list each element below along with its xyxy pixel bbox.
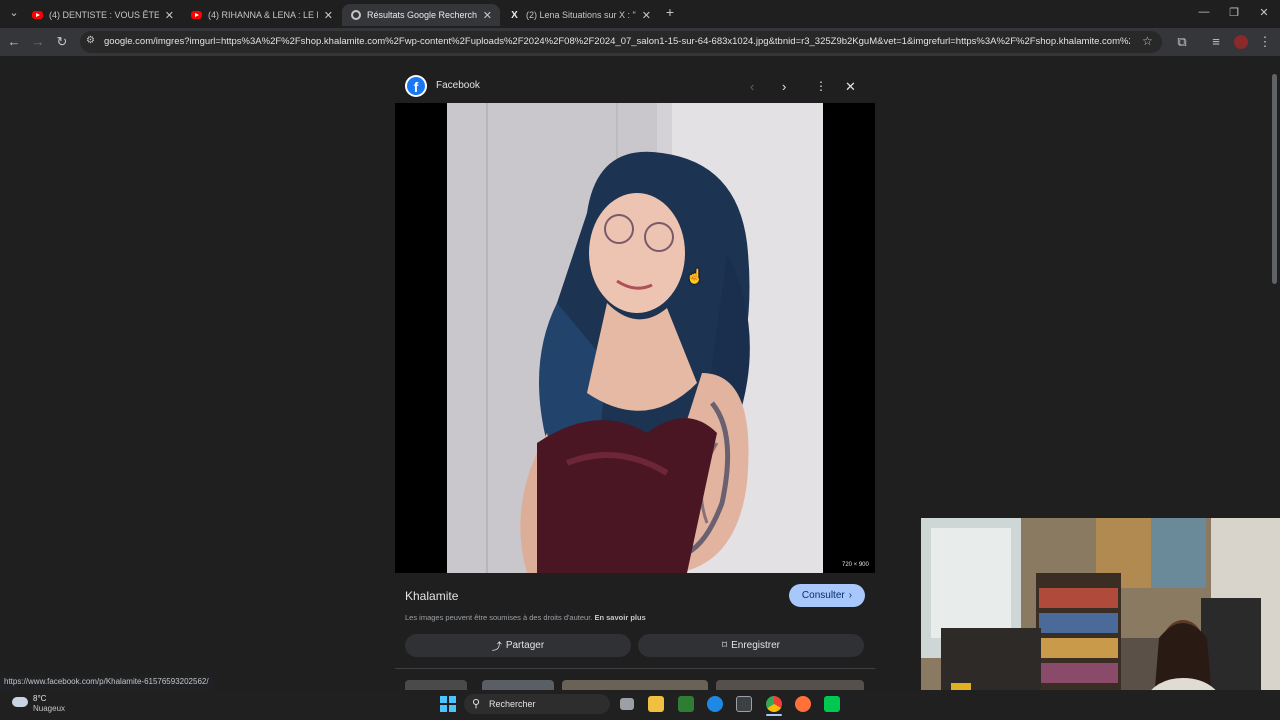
windows-start-icon[interactable]	[440, 696, 456, 712]
scrollbar-thumb[interactable]	[1272, 74, 1277, 284]
cloud-icon	[12, 697, 28, 707]
next-icon[interactable]: ›	[782, 79, 786, 94]
close-tab-icon[interactable]: ✕	[642, 9, 651, 22]
tab-search-icon[interactable]: ⌄	[4, 6, 24, 19]
share-icon: ⤴	[491, 642, 502, 653]
visit-label: Consulter	[801, 590, 845, 601]
extensions-icon[interactable]: ⧉	[1174, 34, 1190, 50]
image-dimensions: 720 × 900	[842, 562, 869, 568]
file-explorer-icon[interactable]	[648, 696, 664, 712]
chevron-right-icon: ›	[848, 590, 853, 601]
restore-icon[interactable]: ❐	[1224, 6, 1244, 19]
close-tab-icon[interactable]: ✕	[165, 9, 174, 22]
related-thumbnail[interactable]	[562, 680, 708, 690]
share-label: Partager	[505, 640, 545, 651]
youtube-icon	[191, 10, 202, 21]
xbox-icon[interactable]	[678, 696, 694, 712]
hand-cursor-icon: ☝	[686, 268, 704, 284]
weather-temp[interactable]: 8°C	[33, 694, 46, 703]
close-window-icon[interactable]: ✕	[1254, 6, 1274, 19]
minimize-icon[interactable]: —	[1194, 6, 1214, 18]
reload-icon[interactable]: ↻	[54, 34, 70, 50]
copyright-notice: Les images peuvent être soumises à des d…	[405, 613, 646, 622]
media-icon[interactable]: ≡	[1208, 34, 1224, 50]
tab-title: (4) RIHANNA & LENA : LE POUV	[208, 10, 318, 20]
save-button[interactable]: ⌑ Enregistrer	[638, 634, 864, 657]
share-button[interactable]: ⤴ Partager	[405, 634, 631, 657]
address-bar[interactable]: ⚙ google.com/imgres?imgurl=https%3A%2F%2…	[80, 31, 1162, 53]
copyright-text: Les images peuvent être soumises à des d…	[405, 613, 593, 622]
task-view-icon[interactable]	[620, 698, 634, 710]
visit-button[interactable]: Consulter ›	[789, 584, 865, 607]
divider	[395, 668, 875, 669]
status-bar-url: https://www.facebook.com/p/Khalamite-615…	[0, 676, 213, 690]
related-thumbnail[interactable]	[405, 680, 467, 690]
tab-title: (2) Lena Situations sur X : "Osca	[526, 10, 636, 20]
weather-condition[interactable]: Nuageux	[33, 704, 65, 713]
bookmark-star-icon[interactable]: ☆	[1142, 34, 1153, 48]
profile-avatar[interactable]	[1234, 35, 1248, 49]
previous-icon[interactable]: ‹	[750, 79, 754, 94]
menu-icon[interactable]: ⋮	[1257, 34, 1273, 50]
related-thumbnail[interactable]	[716, 680, 864, 690]
tab-x-lena[interactable]: X (2) Lena Situations sur X : "Osca ✕	[501, 4, 659, 26]
youtube-icon	[32, 10, 43, 21]
site-info-icon[interactable]: ⚙	[86, 35, 95, 46]
chrome-icon[interactable]	[766, 696, 782, 712]
tab-google-images[interactable]: Résultats Google Recherche d'i ✕	[342, 4, 500, 26]
x-icon: X	[511, 9, 518, 21]
tab-rihanna[interactable]: (4) RIHANNA & LENA : LE POUV ✕	[183, 4, 341, 26]
tab-dentiste[interactable]: (4) DENTISTE : VOUS ÊTES SALE ✕	[24, 4, 182, 26]
app-icon[interactable]	[824, 696, 840, 712]
active-app-indicator	[766, 714, 782, 716]
browser-toolbar: ← → ↻ ⚙ google.com/imgres?imgurl=https%3…	[0, 28, 1280, 56]
close-tab-icon[interactable]: ✕	[324, 9, 333, 22]
save-label: Enregistrer	[731, 640, 781, 651]
firefox-icon[interactable]	[795, 696, 811, 712]
google-icon	[350, 10, 361, 21]
edge-icon[interactable]	[707, 696, 723, 712]
back-icon[interactable]: ←	[6, 34, 22, 50]
close-tab-icon[interactable]: ✕	[483, 9, 492, 22]
source-name[interactable]: Facebook	[436, 80, 480, 91]
search-icon: ⚲	[472, 698, 481, 710]
tab-title: Résultats Google Recherche d'i	[367, 10, 477, 20]
store-icon[interactable]	[736, 696, 752, 712]
image-title: Khalamite	[405, 589, 459, 603]
close-viewer-icon[interactable]: ✕	[845, 79, 856, 95]
facebook-icon: f	[405, 75, 427, 97]
preview-image[interactable]	[447, 103, 823, 573]
bookmark-icon: ⌑	[721, 640, 728, 651]
search-placeholder: Rechercher	[489, 699, 536, 709]
forward-icon[interactable]: →	[30, 34, 46, 50]
tab-title: (4) DENTISTE : VOUS ÊTES SALE	[49, 10, 159, 20]
related-thumbnail[interactable]	[482, 680, 554, 690]
tab-strip: ⌄ (4) DENTISTE : VOUS ÊTES SALE ✕ (4) RI…	[0, 0, 1280, 28]
url-text[interactable]: google.com/imgres?imgurl=https%3A%2F%2Fs…	[104, 36, 1130, 47]
taskbar-search[interactable]: ⚲ Rechercher	[464, 694, 610, 714]
taskbar	[0, 690, 1280, 720]
new-tab-icon[interactable]: +	[660, 4, 680, 20]
learn-more-link[interactable]: En savoir plus	[594, 613, 645, 622]
more-options-icon[interactable]: ⋮	[815, 79, 827, 93]
